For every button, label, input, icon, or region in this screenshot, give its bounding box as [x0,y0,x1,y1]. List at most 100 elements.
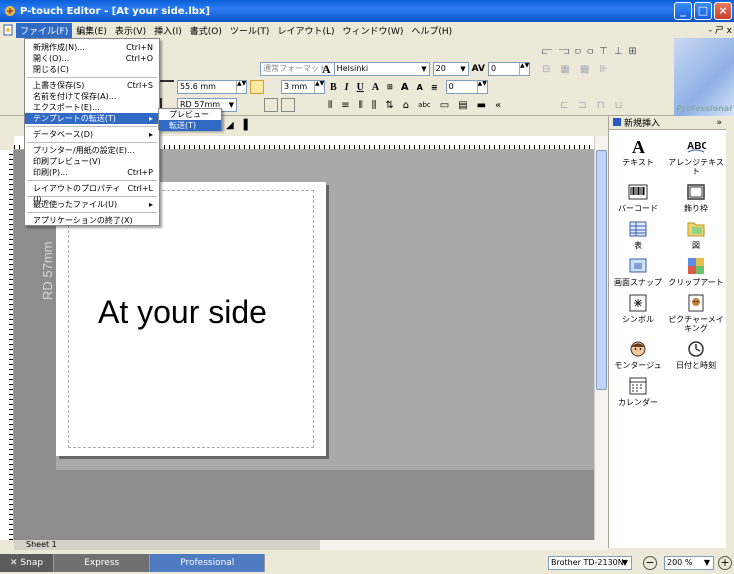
font-dropdown[interactable]: Helsinki ▼ [333,62,430,76]
line-spacing-field[interactable]: 0 ▲▼ [445,80,488,94]
align-center-button[interactable]: ≡ [341,100,349,111]
tool-calendar[interactable]: カレンダー [609,376,667,407]
menu-help[interactable]: ヘルプ(H) [407,23,456,38]
horizontal-scrollbar[interactable] [320,540,608,550]
menu-file[interactable]: ファイル(F) [16,22,73,38]
order-icon-1[interactable]: ⊏ [560,100,568,111]
menu-item-database[interactable]: データベース(D) ▸ [25,129,159,140]
char-spacing-field[interactable]: 0 ▲▼ [488,62,530,76]
order-icon-2[interactable]: ⊐ [578,100,586,111]
menu-edit[interactable]: 編集(E) [72,23,111,38]
menu-layout[interactable]: レイアウト(L) [273,23,338,38]
justify-button[interactable]: ⫼ [372,100,377,111]
menu-item-save-as[interactable]: 名前を付けて保存(A)... [25,91,159,102]
bold-button[interactable]: B [330,82,337,93]
distribute-icon-2[interactable]: ▦ [560,64,569,75]
tool-image[interactable]: 図 [667,219,725,250]
order-icon-4[interactable]: ⊔ [615,100,623,111]
grow-font-button[interactable]: A [401,82,409,93]
layout-icon-2[interactable]: ▐ [240,120,248,131]
menu-tools[interactable]: ツール(T) [226,23,274,38]
layout-icon-1[interactable]: ◢ [226,120,234,131]
zoom-out-button[interactable]: − [643,556,657,570]
maximize-button[interactable]: □ [694,2,712,20]
tool-date-time[interactable]: 日付と時刻 [667,339,725,370]
anchor-icon[interactable] [281,98,295,112]
text-color-button[interactable]: ⌂ [403,100,409,111]
menu-item-print[interactable]: 印刷(P)... Ctrl+P [25,167,159,178]
zoom-in-button[interactable]: + [718,556,732,570]
distribute-icon-4[interactable]: ⊪ [599,64,608,75]
menu-item-print-preview[interactable]: 印刷プレビュー(V) [25,156,159,167]
tool-clipart[interactable]: クリップアート [667,256,725,287]
close-button[interactable]: × [714,2,732,20]
box-button-2[interactable]: ▤ [458,100,467,111]
minimize-button[interactable]: _ [674,2,692,20]
tool-barcode[interactable]: バーコード [609,182,667,213]
zoom-dropdown[interactable]: 200 % ▼ [664,556,714,570]
more-button[interactable]: « [495,100,501,111]
mdi-controls[interactable]: - ㄕ x [709,23,732,36]
shrink-font-button[interactable]: A [417,83,423,92]
sheet-tab[interactable]: Sheet 1 [14,540,320,550]
tool-screen-snap[interactable]: 画面スナップ [609,256,667,287]
align-toolbar-icon-5[interactable]: ⊤ [599,46,608,57]
tool-picture-making[interactable]: ピクチャーメイキング [667,293,725,333]
width-field[interactable]: 55.6 mm ▲▼ [177,80,247,94]
underline-button[interactable]: U [357,82,364,93]
snap-button[interactable]: ✕ Snap [0,554,55,572]
menu-item-save[interactable]: 上書き保存(S) Ctrl+S [25,80,159,91]
align-toolbar-icon-2[interactable]: ⫎ [559,46,570,57]
align-toolbar-icon-3[interactable]: ⫐ [575,46,581,57]
align-left-button[interactable]: ⫴ [328,100,332,111]
mode-professional-tab[interactable]: Professional [150,554,266,572]
tool-table[interactable]: 表 [609,219,667,250]
align-toolbar-icon-6[interactable]: ⊥ [614,46,623,57]
outline-button[interactable]: A [372,82,379,93]
label-text-object[interactable]: At your side [98,294,267,331]
printer-dropdown[interactable]: Brother TD-2130N ▼ [548,556,632,570]
menu-item-exit[interactable]: アプリケーションの終了(X) [25,215,159,226]
align-toolbar-icon-7[interactable]: ⊞ [628,46,636,57]
vertical-scroll-thumb[interactable] [596,150,607,390]
order-icon-3[interactable]: ⊓ [597,100,605,111]
align-right-button[interactable]: ⫴ [359,100,363,111]
menu-item-printer-setup[interactable]: プリンター/用紙の設定(E)... [25,145,159,156]
zoom-fit-icon[interactable] [250,80,264,94]
menu-item-recent-files[interactable]: 最近使ったファイル(U) ▸ [25,199,159,210]
submenu-item-transfer[interactable]: 転送(T) [159,120,221,131]
distribute-icon-3[interactable]: ▩ [580,64,589,75]
align-toolbar-icon-1[interactable]: ⫍ [542,46,553,57]
submenu-item-preview[interactable]: プレビュー(V) [159,109,221,130]
menu-window[interactable]: ウィンドウ(W) [338,23,407,38]
align-toolbar-icon-4[interactable]: ⫏ [587,46,593,57]
length-field[interactable]: 3 mm ▲▼ [281,80,325,94]
menu-item-new[interactable]: 新規作成(N)... Ctrl+N [25,42,159,53]
font-size-dropdown[interactable]: 20 ▼ [432,62,469,76]
align-icon[interactable] [264,98,278,112]
mode-express-tab[interactable]: Express [54,554,151,572]
menu-view[interactable]: 表示(V) [111,23,150,38]
menu-insert[interactable]: 挿入(I) [150,23,186,38]
menu-format[interactable]: 書式(O) [186,23,226,38]
distribute-icon-1[interactable]: ⊟ [542,64,550,75]
ruby-button[interactable]: abc [418,101,431,109]
box-button-3[interactable]: ▬ [477,100,486,111]
menu-item-layout-properties[interactable]: レイアウトのプロパティ(I)... Ctrl+L [25,183,159,204]
font-icon: A [322,61,331,76]
tool-arrange-text[interactable]: ABC アレンジテキスト [667,136,725,176]
vertical-scrollbar[interactable] [594,136,608,540]
tool-frame[interactable]: 飾り枠 [667,182,725,213]
collapse-panel-button[interactable]: » [716,118,722,128]
tool-text[interactable]: A テキスト [609,136,667,176]
menu-item-export[interactable]: エクスポート(E)... [25,102,159,113]
frame-text-button[interactable]: ⊞ [387,83,393,91]
vertical-text-button[interactable]: ⇅ [385,100,393,111]
tool-symbol[interactable]: シンボル [609,293,667,333]
menu-item-transfer-template[interactable]: テンプレートの転送(T) ▸ [25,113,159,124]
italic-button[interactable]: I [345,82,349,93]
tool-montage[interactable]: モンタージュ [609,339,667,370]
menu-item-open[interactable]: 開く(O)... Ctrl+O [25,53,159,64]
menu-item-close[interactable]: 閉じる(C) [25,64,159,75]
box-button-1[interactable]: ▭ [440,100,449,111]
